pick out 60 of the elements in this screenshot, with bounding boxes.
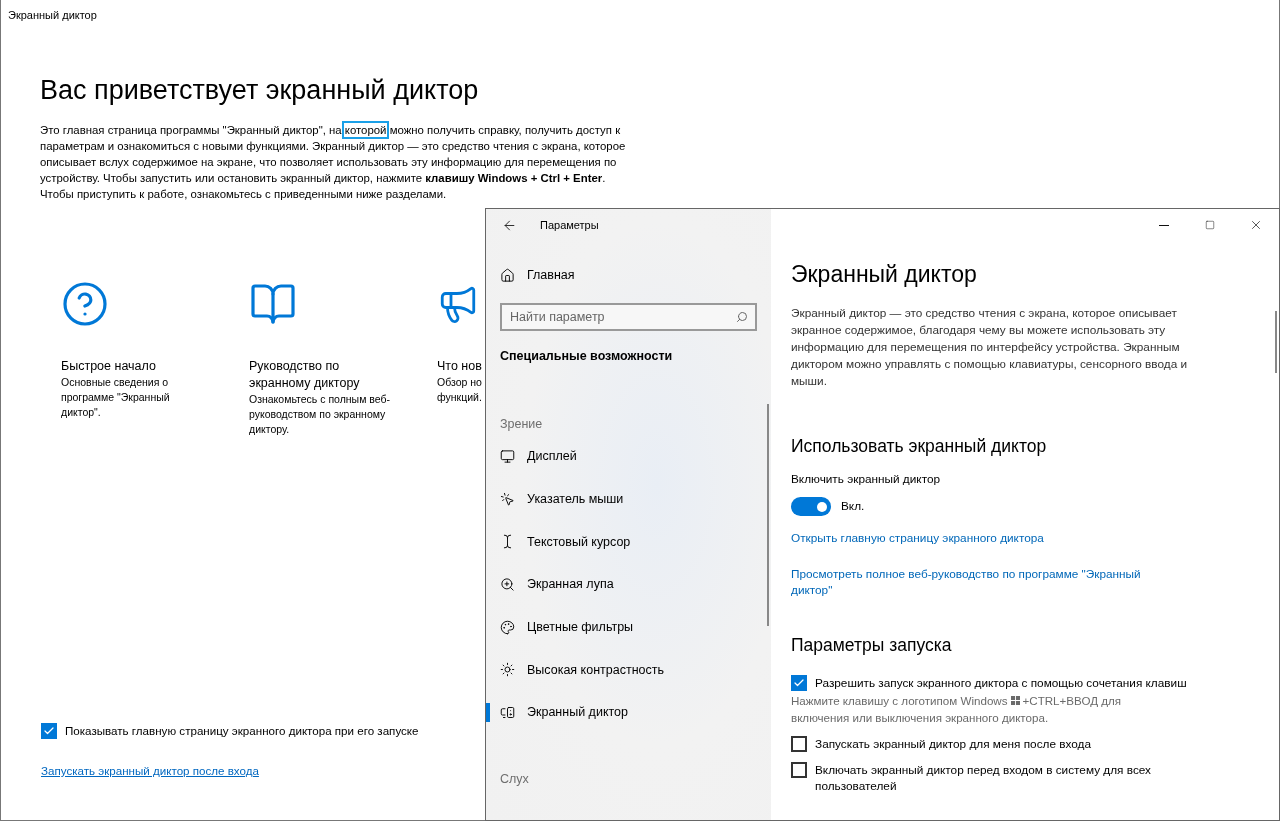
search-field[interactable]: Найти параметр	[500, 303, 757, 331]
card-description: Основные сведения о программе "Экранный диктор".	[61, 375, 170, 420]
pointer-icon	[500, 491, 515, 507]
nav-item[interactable]: Главная	[527, 268, 575, 282]
hint-text: включения или выключения экранного диктора.	[791, 711, 1049, 724]
nav-item[interactable]: Дисплей	[527, 449, 577, 464]
scrollbar[interactable]	[767, 404, 769, 626]
hint-text: Нажмите клавишу с логотипом Windows	[791, 693, 1008, 709]
toggle-label: Включить экранный диктор	[791, 471, 942, 488]
close-icon	[1249, 218, 1263, 232]
checkbox-label: Разрешить запуск экранного диктора с помощью сочетания клавиш	[815, 675, 1188, 691]
maximize-icon	[1205, 220, 1215, 230]
card-title[interactable]: Быстрое начало	[61, 358, 156, 375]
group-heading: Слух	[499, 771, 530, 788]
settings-link[interactable]: Открыть главную страницу экранного диктора	[791, 530, 1181, 546]
search-icon	[736, 311, 748, 323]
check-icon	[43, 725, 55, 737]
card-title[interactable]: Что нов	[437, 358, 482, 375]
checkbox[interactable]	[791, 736, 807, 752]
toggle-state: Вкл.	[841, 498, 865, 515]
page-heading: Вас приветствует экранный диктор	[40, 74, 480, 107]
nav-item[interactable]: Указатель мыши	[527, 492, 624, 507]
nav-item[interactable]: Цветные фильтры	[527, 620, 634, 635]
page-title: Экранный диктор	[791, 260, 978, 289]
intro-paragraph: Это главная страница программы "Экранный диктор", на которой можно получить справку, получить доступ к параметрам и ознакомиться с новыми функциями. Экранный диктор — это средство чтения с экрана, которое описывает вслух содержимое на экране, что позволяет использовать эту информацию для перемещения по устройству. Чтобы запустить или остановить экранный диктор, нажмите клавишу Windows + Ctrl + Enter. Чтобы приступить к работе, ознакомьтесь с приведенными ниже разделами.	[40, 122, 640, 202]
hint-text: +CTRL+ВВОД для	[1022, 693, 1122, 709]
windows-logo-icon	[1010, 696, 1020, 705]
window-title: Параметры	[540, 219, 599, 231]
check-icon	[793, 677, 805, 689]
nav-item[interactable]: Высокая контрастность	[527, 662, 664, 677]
minimize-icon	[1159, 224, 1169, 226]
checkbox[interactable]	[791, 762, 807, 778]
palette-icon	[500, 619, 515, 635]
sun-icon	[500, 662, 515, 678]
nav-item[interactable]: Текстовый курсор	[527, 534, 631, 549]
card-title[interactable]: Руководство по экранному диктору	[249, 358, 360, 392]
narrator-icon	[500, 704, 515, 720]
checkbox-label: Запускать экранный диктор для меня после входа	[815, 736, 1093, 752]
question-icon	[61, 280, 109, 328]
home-icon	[500, 267, 515, 283]
nav-item[interactable]: Экранная лупа	[527, 577, 614, 592]
checkbox[interactable]	[41, 723, 57, 739]
section-heading: Специальные возможности	[499, 349, 674, 365]
description-paragraph: Экранный диктор — это средство чтения с экрана, которое описывает экранное содержимое, благодаря чему вы можете использовать эту информацию для перемещения по интерфейсу устройства. Экранным диктором можно управлять с помощью клавиатуры, сенсорного ввода и мыши.	[791, 305, 1189, 390]
card-description: Обзор но функций.	[437, 375, 482, 405]
scrollbar[interactable]	[1275, 311, 1277, 373]
toggle-switch[interactable]	[791, 497, 831, 516]
window-title: Экранный диктор	[7, 8, 98, 23]
nav-item[interactable]: Экранный диктор	[527, 705, 628, 720]
card-description: Ознакомьтесь с полным веб- руководством по экранному диктору.	[249, 392, 390, 437]
settings-link[interactable]: Просмотреть полное веб-руководство по программе "Экранный диктор"	[791, 566, 1181, 598]
magnifier-icon	[500, 576, 515, 592]
group-heading: Зрение	[499, 417, 544, 433]
monitor-icon	[500, 448, 515, 464]
login-link[interactable]: Запускать экранный диктор после входа	[41, 764, 259, 777]
section-heading: Параметры запуска	[791, 634, 953, 657]
checkbox-label: Включать экранный диктор перед входом в систему для всех пользователей	[815, 762, 1152, 794]
checkbox-label: Показывать главную страницу экранного диктора при его запуске	[65, 723, 419, 739]
section-heading: Использовать экранный диктор	[791, 435, 1048, 458]
checkbox[interactable]	[791, 675, 807, 691]
